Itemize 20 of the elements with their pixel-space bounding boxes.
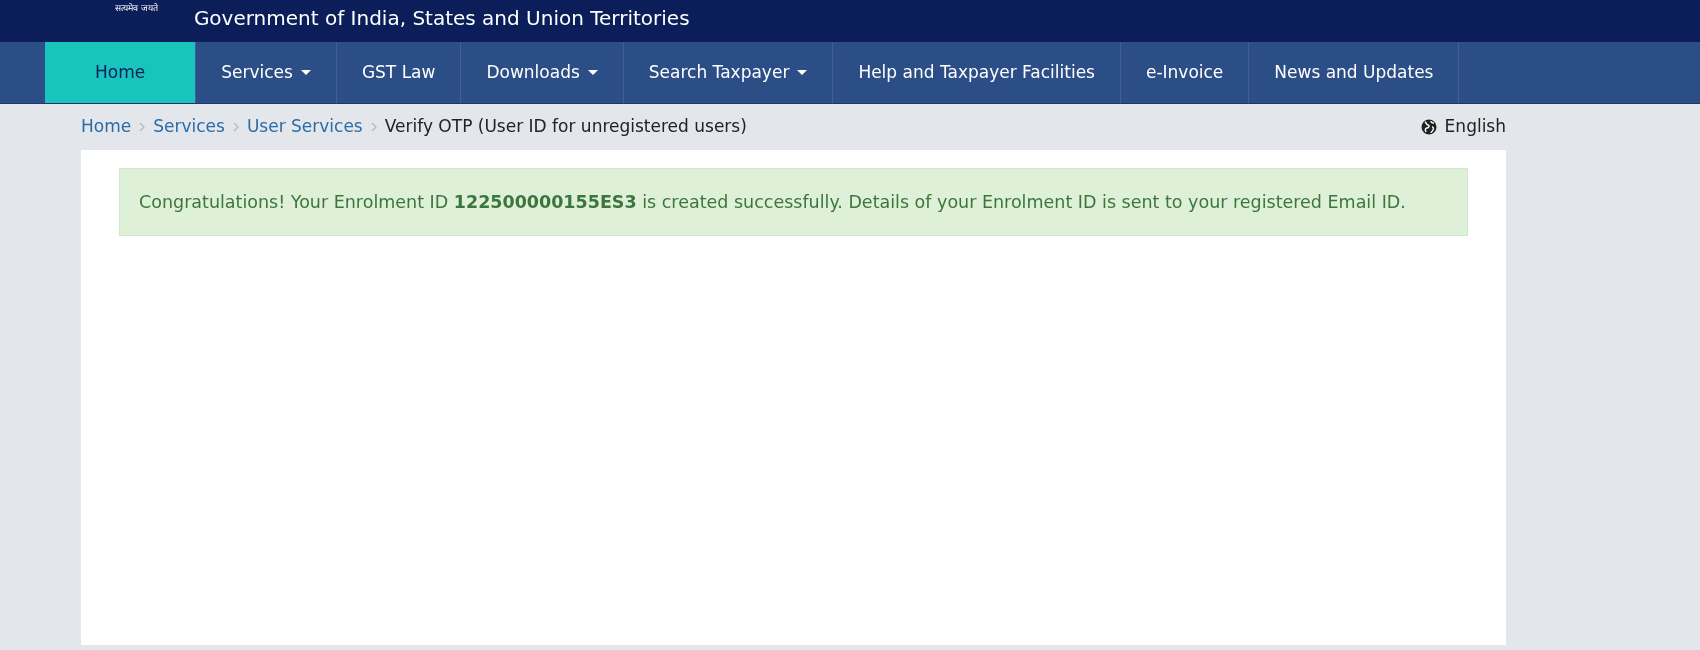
nav-tab[interactable]: Services [196, 42, 337, 103]
site-title: Government of India, States and Union Territories [193, 8, 690, 28]
nav-tab[interactable]: GST Law [336, 42, 462, 103]
language-link[interactable]: English [1420, 114, 1506, 140]
nav-tab[interactable]: Home [45, 42, 197, 103]
nav-tab[interactable]: Downloads [461, 42, 624, 103]
success-alert: Congratulations! Your Enrolment ID 122500000155ES3 is created successfully. Details of your Enrolment ID is sent to your registered Email ID. [119, 168, 1468, 237]
chevron-icon [232, 122, 239, 132]
nav-tab[interactable]: Help and Taxpayer Facilities [833, 42, 1121, 103]
breadcrumb-link[interactable]: User Services [246, 114, 363, 140]
breadcrumb-current: Verify OTP (User ID for unregistered users) [384, 115, 747, 139]
nav-tab[interactable]: e-Invoice [1120, 42, 1250, 103]
chevron-icon [370, 122, 377, 132]
chevron-icon [139, 122, 146, 132]
nav-tab[interactable]: News and Updates [1249, 42, 1460, 103]
motto-text: सत्यमेव जयते [115, 2, 158, 15]
nav-tab[interactable]: Search Taxpayer [623, 42, 834, 103]
breadcrumb-link[interactable]: Services [153, 114, 225, 140]
breadcrumb-link[interactable]: Home [81, 114, 132, 140]
globe-icon [1420, 119, 1437, 135]
